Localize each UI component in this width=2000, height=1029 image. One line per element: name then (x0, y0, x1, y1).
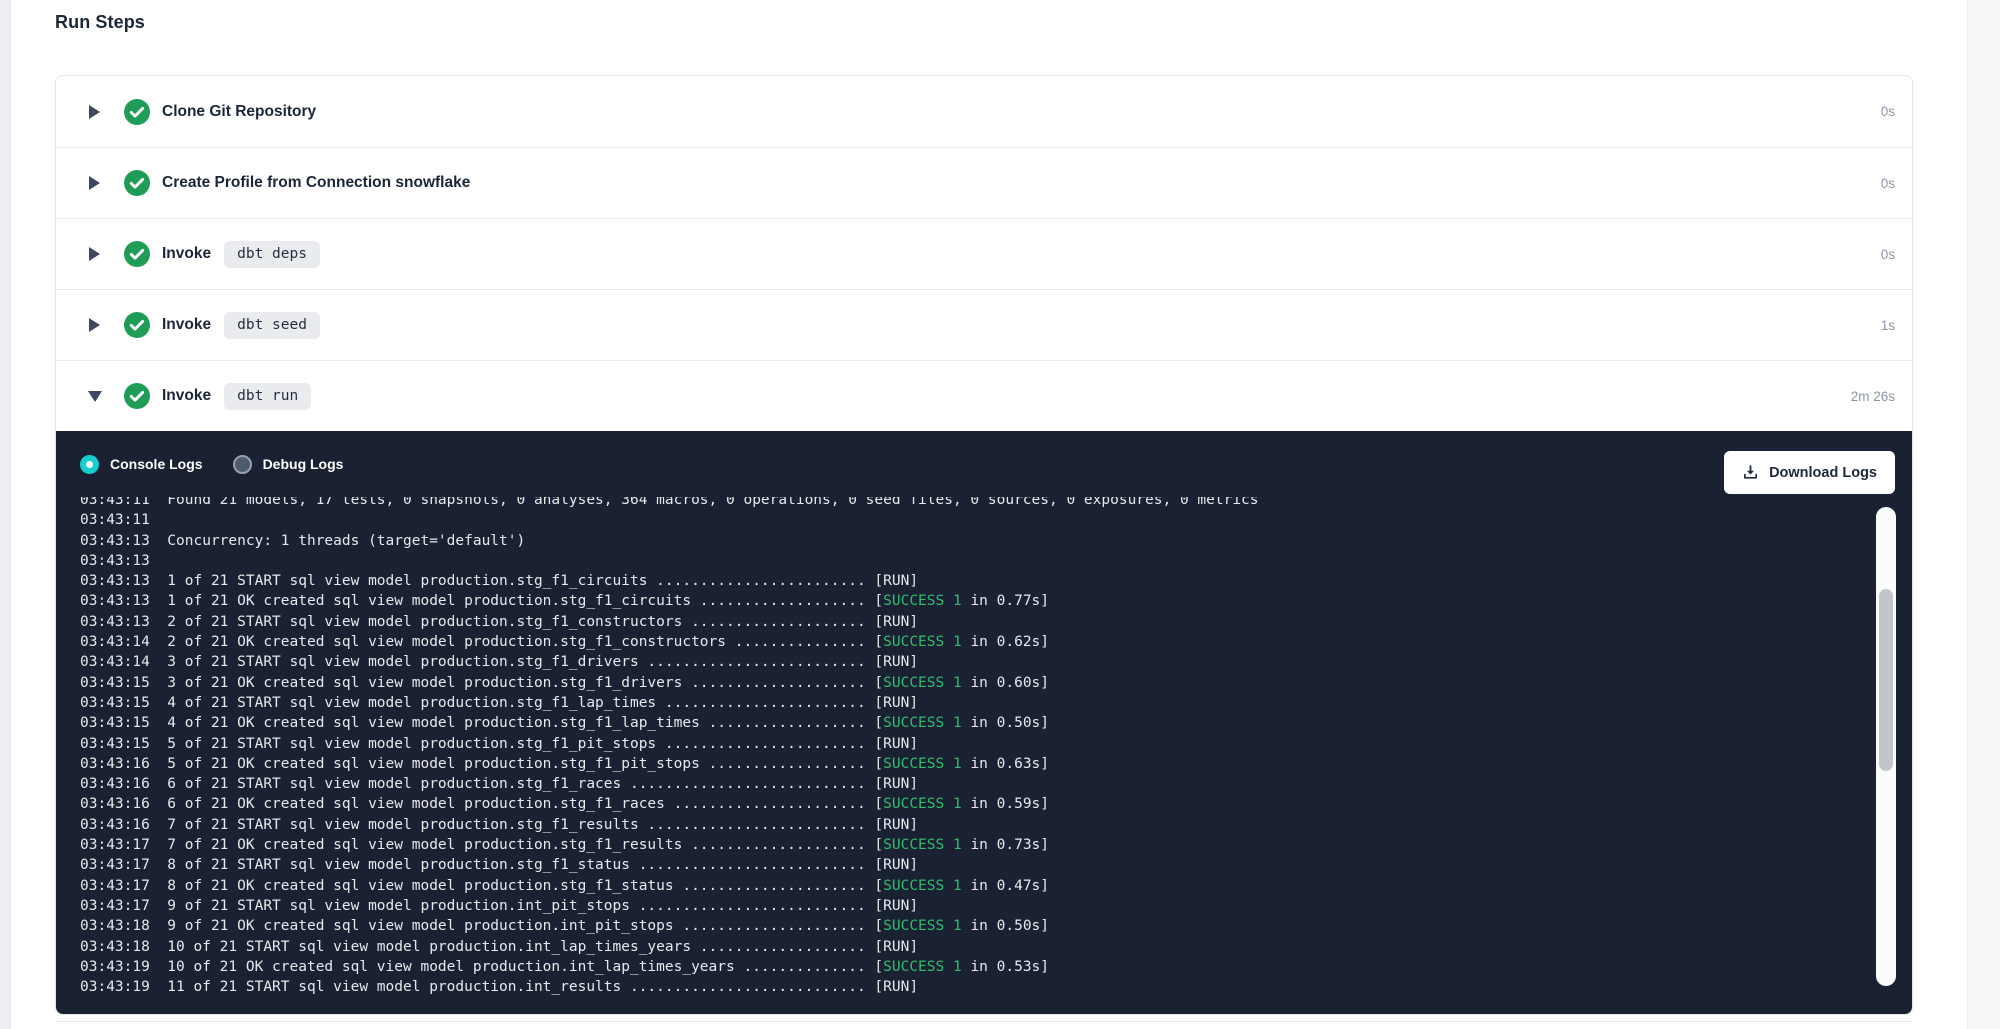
log-line: 03:43:19 11 of 21 START sql view model p… (80, 977, 1872, 997)
page-left-edge (0, 0, 11, 1029)
debug-logs-label: Debug Logs (263, 456, 344, 472)
check-circle-icon (124, 312, 150, 338)
log-line: 03:43:13 1 of 21 OK created sql view mod… (80, 591, 1872, 611)
check-circle-icon (124, 99, 150, 125)
log-status-success: SUCCESS 1 (883, 837, 962, 853)
step-row[interactable]: Invoke dbt run 2m 26s (56, 360, 1912, 431)
log-status-success: SUCCESS 1 (883, 959, 962, 975)
log-line: 03:43:17 9 of 21 START sql view model pr… (80, 896, 1872, 916)
step-title: Clone Git Repository (162, 103, 316, 121)
command-chip: dbt run (224, 383, 311, 410)
chevron-right-icon[interactable] (89, 176, 101, 190)
step-duration: 0s (1881, 104, 1895, 119)
chevron-right-icon[interactable] (89, 318, 101, 332)
command-chip: dbt seed (224, 312, 320, 339)
log-line: 03:43:14 2 of 21 OK created sql view mod… (80, 632, 1872, 652)
log-status-success: SUCCESS 1 (883, 796, 962, 812)
log-status-success: SUCCESS 1 (883, 634, 962, 650)
step-duration: 1s (1881, 318, 1895, 333)
step-title: Create Profile from Connection snowflake (162, 174, 470, 192)
step-title: Invoke (162, 316, 211, 334)
log-line: 03:43:14 3 of 21 START sql view model pr… (80, 652, 1872, 672)
log-scrollbar-track[interactable] (1876, 507, 1896, 986)
log-line: 03:43:16 5 of 21 OK created sql view mod… (80, 754, 1872, 774)
console-logs-label: Console Logs (110, 456, 203, 472)
download-logs-button[interactable]: Download Logs (1724, 451, 1895, 494)
step-title: Invoke (162, 245, 211, 263)
log-line: 03:43:16 6 of 21 OK created sql view mod… (80, 794, 1872, 814)
log-line: 03:43:15 4 of 21 OK created sql view mod… (80, 713, 1872, 733)
log-status-success: SUCCESS 1 (883, 918, 962, 934)
log-line: 03:43:11 (80, 510, 1872, 530)
command-chip: dbt deps (224, 241, 320, 268)
page-right-edge (1967, 0, 2000, 1029)
step-row[interactable]: Clone Git Repository 0s (56, 76, 1912, 147)
next-step-card-top-edge (55, 1021, 1913, 1022)
check-circle-icon (124, 170, 150, 196)
log-line: 03:43:15 5 of 21 START sql view model pr… (80, 734, 1872, 754)
step-row[interactable]: Invoke dbt deps 0s (56, 218, 1912, 289)
download-logs-label: Download Logs (1769, 465, 1877, 481)
log-line: 03:43:15 4 of 21 START sql view model pr… (80, 693, 1872, 713)
log-scrollbar-thumb[interactable] (1879, 589, 1893, 771)
log-panel: Console Logs Debug Logs Download Logs 03… (56, 431, 1912, 1014)
log-line: 03:43:17 8 of 21 OK created sql view mod… (80, 876, 1872, 896)
log-status-success: SUCCESS 1 (883, 756, 962, 772)
log-status-success: SUCCESS 1 (883, 593, 962, 609)
console-logs-option[interactable]: Console Logs (80, 455, 203, 474)
log-line: 03:43:13 2 of 21 START sql view model pr… (80, 612, 1872, 632)
log-line: 03:43:17 8 of 21 START sql view model pr… (80, 855, 1872, 875)
step-duration: 0s (1881, 247, 1895, 262)
run-steps-card: Clone Git Repository0sCreate Profile fro… (55, 75, 1913, 1015)
download-icon (1742, 464, 1759, 481)
step-duration: 0s (1881, 176, 1895, 191)
debug-logs-option[interactable]: Debug Logs (233, 455, 344, 474)
log-status-success: SUCCESS 1 (883, 878, 962, 894)
check-circle-icon (124, 383, 150, 409)
chevron-down-icon[interactable] (89, 389, 101, 403)
log-line: 03:43:11 Found 21 models, 17 tests, 0 sn… (80, 497, 1872, 510)
step-title: Invoke (162, 387, 211, 405)
log-line: 03:43:15 3 of 21 OK created sql view mod… (80, 673, 1872, 693)
step-list: Clone Git Repository0sCreate Profile fro… (56, 76, 1912, 431)
log-line: 03:43:19 10 of 21 OK created sql view mo… (80, 957, 1872, 977)
page-title: Run Steps (55, 12, 145, 33)
chevron-right-icon[interactable] (89, 247, 101, 261)
log-line: 03:43:13 (80, 551, 1872, 571)
log-status-success: SUCCESS 1 (883, 715, 962, 731)
log-toolbar: Console Logs Debug Logs Download Logs (56, 431, 1912, 497)
log-status-success: SUCCESS 1 (883, 675, 962, 691)
check-circle-icon (124, 241, 150, 267)
log-line: 03:43:18 10 of 21 START sql view model p… (80, 937, 1872, 957)
log-line: 03:43:13 1 of 21 START sql view model pr… (80, 571, 1872, 591)
log-line: 03:43:16 7 of 21 START sql view model pr… (80, 815, 1872, 835)
log-line: 03:43:16 6 of 21 START sql view model pr… (80, 774, 1872, 794)
radio-selected-icon[interactable] (80, 455, 99, 474)
log-line: 03:43:13 Concurrency: 1 threads (target=… (80, 531, 1872, 551)
chevron-right-icon[interactable] (89, 105, 101, 119)
radio-unselected-icon[interactable] (233, 455, 252, 474)
step-row[interactable]: Create Profile from Connection snowflake… (56, 147, 1912, 218)
step-row[interactable]: Invoke dbt seed 1s (56, 289, 1912, 360)
log-line: 03:43:18 9 of 21 OK created sql view mod… (80, 916, 1872, 936)
step-duration: 2m 26s (1851, 389, 1895, 404)
console-log-output: 03:43:11 Found 21 models, 17 tests, 0 sn… (80, 497, 1872, 1006)
log-line: 03:43:17 7 of 21 OK created sql view mod… (80, 835, 1872, 855)
